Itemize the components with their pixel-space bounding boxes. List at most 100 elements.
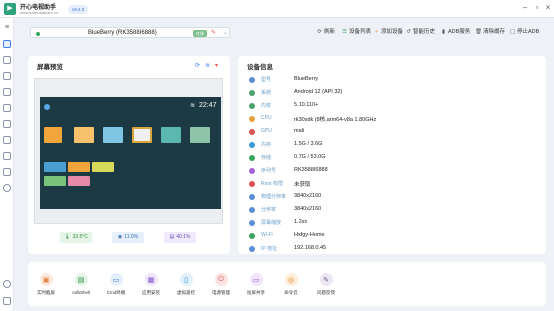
sidebar-device-icon[interactable] xyxy=(3,40,11,48)
refresh-icon: ⟳ xyxy=(317,29,322,35)
online-dot xyxy=(36,31,40,36)
info-row: 分辨率 3840x2160 xyxy=(249,205,549,216)
stat-value: 11.0% xyxy=(124,234,139,240)
panel-title: 屏幕预览 xyxy=(37,64,63,71)
app-logo: ▶ xyxy=(4,3,16,15)
info-value: 未获取 xyxy=(294,182,311,188)
screen-tile xyxy=(161,127,181,143)
info-value: BlueBerry xyxy=(294,76,319,82)
sidebar-history-icon[interactable] xyxy=(3,168,11,176)
sidebar-tools-icon[interactable] xyxy=(3,136,11,144)
toolbar-item[interactable]: ↺ 智能历史 xyxy=(405,28,435,37)
menu-icon[interactable]: ≡ xyxy=(3,24,11,32)
info-label: 内存 xyxy=(261,142,272,148)
info-label: GPU xyxy=(261,128,272,134)
info-value: 1.2xx xyxy=(294,219,308,225)
sidebar-settings-icon[interactable] xyxy=(3,184,11,192)
cast-icon: ▭ xyxy=(249,273,263,286)
toolbar-label: 添加设备 xyxy=(381,29,404,35)
title-bar: ▶ 开心电视助手 www.kaixindianshi.cn v9.4.0 – ▫… xyxy=(0,0,554,18)
delete-icon[interactable]: ▾ xyxy=(215,62,218,69)
sidebar-remote-icon[interactable] xyxy=(3,120,11,128)
info-label: 分辨率 xyxy=(261,207,277,213)
minimize-icon[interactable]: – xyxy=(520,3,530,13)
chevron-down-icon[interactable]: ⌄ xyxy=(223,29,228,36)
toolbar-label: 清除缓存 xyxy=(483,29,506,35)
add-device-icon: + xyxy=(374,29,379,35)
action-button[interactable]: ▭ 投屏共享 xyxy=(241,273,271,296)
status-badge: 在线 xyxy=(193,30,207,37)
sidebar-about-icon[interactable] xyxy=(3,297,11,305)
wifi-icon[interactable]: ≋ xyxy=(205,62,210,69)
screen-tile xyxy=(44,176,66,186)
device-screen[interactable]: ≋ 22:47 xyxy=(40,97,221,209)
toolbar-item[interactable]: ▢ 停止ADB xyxy=(509,28,539,37)
screen-tile xyxy=(92,162,114,172)
screen-status-bar: ≋ 22:47 xyxy=(44,102,217,114)
info-icon xyxy=(249,129,255,135)
action-label: 命令云 xyxy=(284,290,298,295)
info-row: 内核 5.10.110+ xyxy=(249,101,549,112)
action-button[interactable]: ▤ AdbShell xyxy=(66,273,96,295)
screen-tile xyxy=(103,127,123,143)
info-row: 存储 0.7G / 53.0G xyxy=(249,153,549,164)
info-value: 0.7G / 53.0G xyxy=(294,154,326,160)
sidebar-screen-icon[interactable] xyxy=(3,88,11,96)
action-button[interactable]: ▯ 虚拟遥控 xyxy=(171,273,201,296)
action-label: 电源管理 xyxy=(212,290,230,295)
toolbar-item[interactable]: ⟳ 刷新 xyxy=(316,28,335,37)
info-icon xyxy=(249,181,255,187)
info-label: CPU xyxy=(261,115,272,121)
info-label: 系统 xyxy=(261,90,272,96)
maximize-icon[interactable]: ▫ xyxy=(532,3,542,13)
stat-chip: ◉ 11.0% xyxy=(112,232,144,243)
sidebar-files-icon[interactable] xyxy=(3,72,11,80)
info-value: 1.5G / 3.6G xyxy=(294,141,323,147)
toolbar-item[interactable]: ☰ 设备列表 xyxy=(341,28,371,37)
screen-clock: 22:47 xyxy=(199,102,217,109)
edit-icon[interactable]: ✎ xyxy=(211,29,216,36)
info-row: GPU mali xyxy=(249,127,549,138)
terminal-icon: ▭ xyxy=(109,273,123,286)
screen-tile xyxy=(44,162,66,172)
action-label: Cmd终端 xyxy=(106,290,126,295)
screen-tile xyxy=(44,127,62,143)
action-button[interactable]: ✎ 问题反馈 xyxy=(311,273,341,296)
action-button[interactable]: ◎ 命令云 xyxy=(276,273,306,296)
info-icon xyxy=(249,233,255,239)
action-button[interactable]: ⏻ 电源管理 xyxy=(206,273,236,296)
screen-tile xyxy=(68,176,90,186)
info-icon xyxy=(249,246,255,252)
action-label: 问题反馈 xyxy=(317,290,335,295)
sidebar-help-icon[interactable] xyxy=(3,280,11,288)
info-value: Hxfgy-Home xyxy=(294,232,325,238)
action-button[interactable]: ▭ Cmd终端 xyxy=(101,273,131,296)
close-icon[interactable]: × xyxy=(543,3,553,13)
sidebar-apps-icon[interactable] xyxy=(3,56,11,64)
info-icon xyxy=(249,142,255,148)
screen-wifi-icon: ≋ xyxy=(190,103,196,109)
screenshot-icon: ▣ xyxy=(39,273,53,286)
info-label: Root 权限 xyxy=(261,181,283,187)
device-selector[interactable]: BlueBerry (RK3588I6888) 在线 ✎ ⌄ xyxy=(30,27,230,38)
shell-icon: ▤ xyxy=(74,273,88,286)
refresh-icon[interactable]: ⟳ xyxy=(195,62,200,69)
version-badge: v9.4.0 xyxy=(68,5,89,14)
info-row: CPU rk30sdk (8核,arm64-v8a 1.80GHz xyxy=(249,114,549,125)
action-button[interactable]: ▣ 实时截屏 xyxy=(31,273,61,296)
info-icon xyxy=(249,168,255,174)
info-icon xyxy=(249,77,255,83)
toolbar-item[interactable]: ▮ ADB服务 xyxy=(440,28,470,37)
info-row: Wi-Fi Hxfgy-Home xyxy=(249,231,549,242)
action-button[interactable]: ▦ 应用安装 xyxy=(136,273,166,296)
info-value: 192.168.0.45 xyxy=(294,245,327,251)
toolbar-item[interactable]: 🗑清除缓存 xyxy=(475,28,505,37)
sidebar-log-icon[interactable] xyxy=(3,152,11,160)
stat-chip: 🌡 33.5°C xyxy=(60,232,92,243)
info-icon xyxy=(249,155,255,161)
info-row: IP 地址 192.168.0.45 xyxy=(249,244,549,255)
screen-tile xyxy=(132,127,152,143)
toolbar-item[interactable]: + 添加设备 xyxy=(373,28,403,37)
sidebar-monitor-icon[interactable] xyxy=(3,104,11,112)
info-row: 物理分辨率 3840x2160 xyxy=(249,192,549,203)
